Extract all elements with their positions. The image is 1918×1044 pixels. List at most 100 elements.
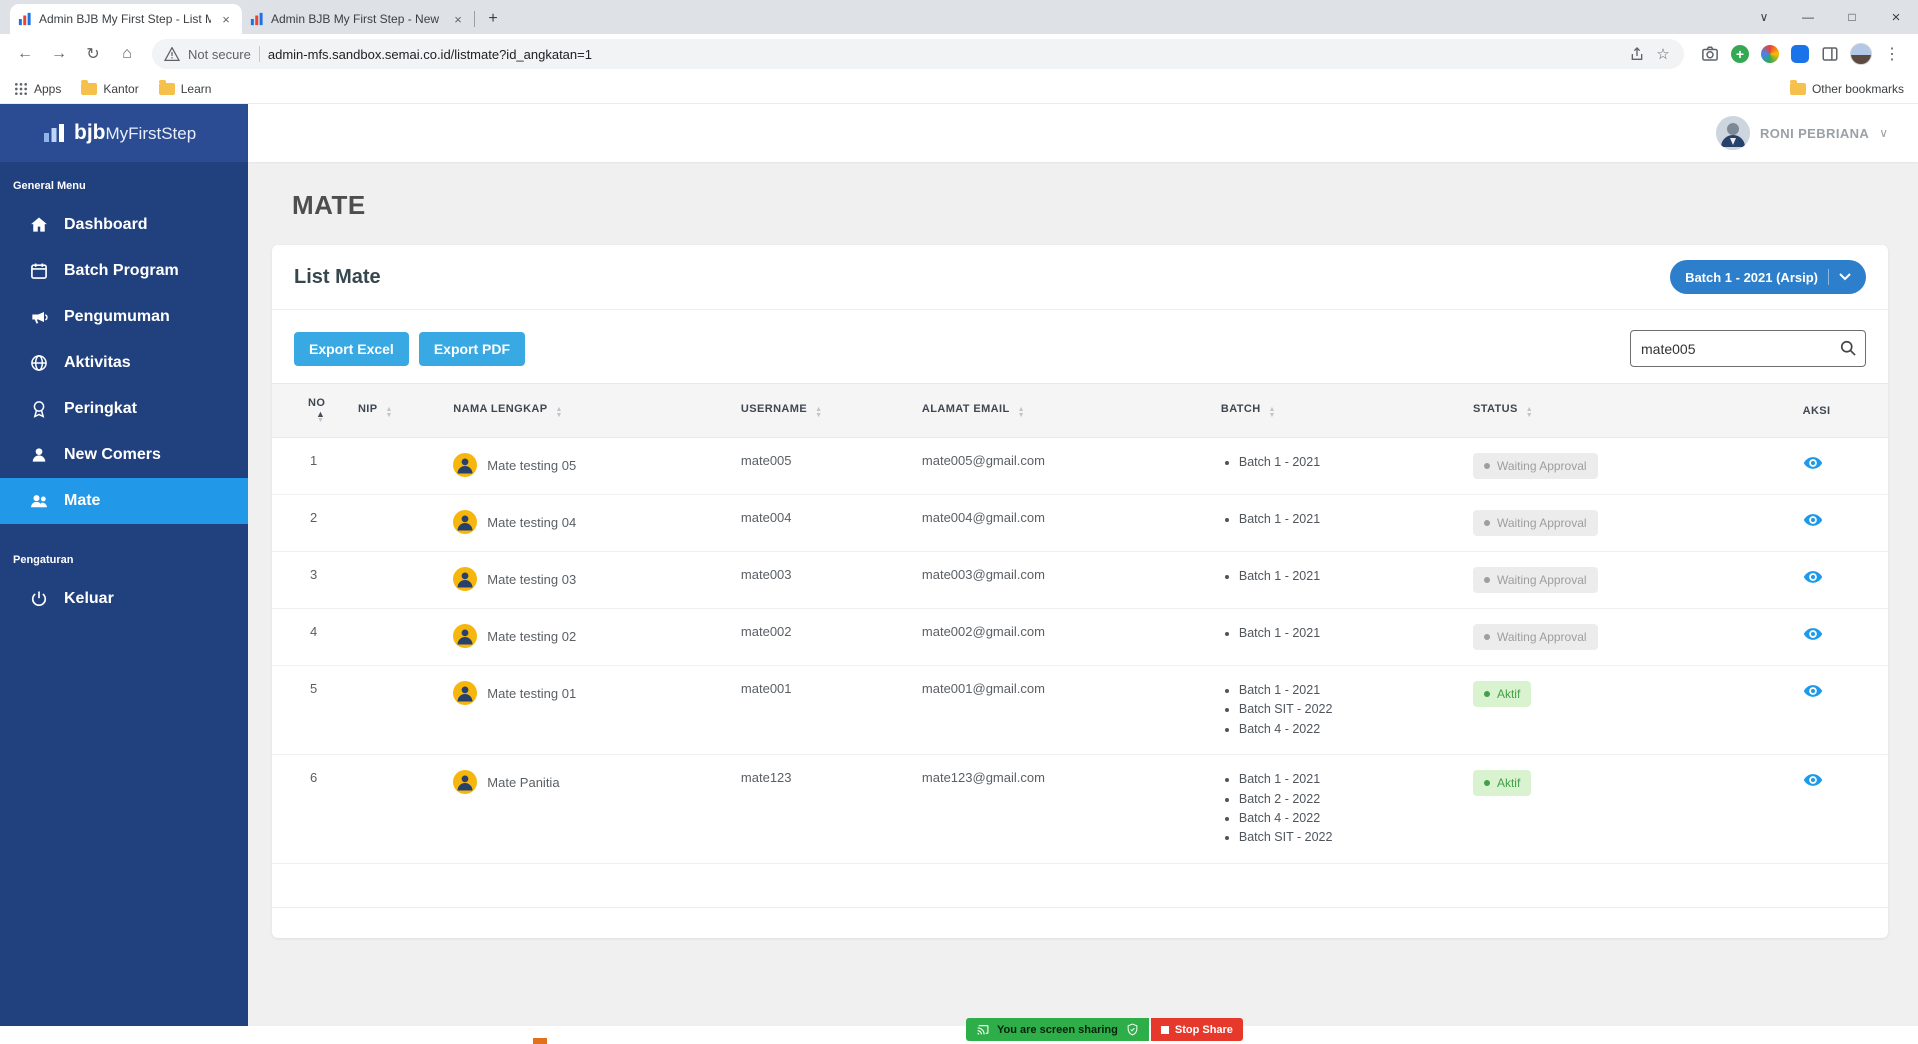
back-button[interactable]: ← bbox=[10, 39, 40, 69]
table-header-row: NO ▲ ▼ NIP ▲ ▼ NAMA LENGKAP ▲ ▼ USERNAME ▲ ▼ ALA… bbox=[272, 383, 1888, 438]
sidebar-item-batch-program[interactable]: Batch Program bbox=[0, 248, 248, 294]
table-row[interactable]: 2 Mate testing 04 mate004 mate004@gmail.… bbox=[272, 494, 1888, 552]
page-content: MATE List Mate Batch 1 - 2021 (Arsip) Ex… bbox=[248, 162, 1918, 1026]
person-icon bbox=[32, 448, 46, 462]
sidebar-item-peringkat[interactable]: Peringkat bbox=[0, 386, 248, 432]
app-header: RONI PEBRIANA ∨ bbox=[248, 104, 1918, 162]
logo-text-rest: MyFirstStep bbox=[105, 124, 197, 143]
stop-share-button[interactable]: Stop Share bbox=[1150, 1018, 1243, 1041]
sidebar-item-pengumuman[interactable]: Pengumuman bbox=[0, 294, 248, 340]
bookmark-learn[interactable]: Learn bbox=[158, 79, 211, 96]
table-row[interactable]: 4 Mate testing 02 mate002 mate002@gmail.… bbox=[272, 608, 1888, 666]
home-button[interactable]: ⌂ bbox=[112, 39, 142, 69]
table-row[interactable]: 1 Mate testing 05 mate005 mate005@gmail.… bbox=[272, 437, 1888, 495]
browser-tab-active[interactable]: Admin BJB My First Step - List M... × bbox=[10, 4, 242, 34]
new-tab-button[interactable]: + bbox=[480, 6, 506, 32]
cell-username: mate123 bbox=[730, 754, 912, 864]
cell-nip bbox=[347, 608, 444, 666]
cell-nama-lengkap: Mate testing 05 bbox=[443, 437, 731, 495]
browser-tab-inactive[interactable]: Admin BJB My First Step - New C... × bbox=[242, 4, 475, 34]
share-icon[interactable] bbox=[1628, 45, 1646, 63]
security-label[interactable]: Not secure bbox=[188, 47, 251, 62]
export-excel-button[interactable]: Export Excel bbox=[294, 331, 409, 366]
power-icon bbox=[31, 591, 47, 606]
status-dot-icon bbox=[1483, 780, 1490, 787]
view-detail-eye-button[interactable] bbox=[1803, 770, 1823, 790]
site-favicon-icon bbox=[250, 12, 263, 26]
table-row[interactable]: 5 Mate testing 01 mate001 mate001@gmail.… bbox=[272, 665, 1888, 756]
view-detail-eye-button[interactable] bbox=[1803, 510, 1823, 530]
cell-batch: Batch 1 - 2021 bbox=[1210, 437, 1463, 495]
column-header-alamat-email[interactable]: ALAMAT EMAIL ▲ ▼ bbox=[911, 383, 1211, 438]
chevron-down-icon[interactable]: ∨ bbox=[1879, 126, 1888, 140]
window-maximize-button[interactable]: □ bbox=[1830, 0, 1874, 34]
user-name[interactable]: RONI PEBRIANA bbox=[1760, 126, 1869, 141]
other-bookmarks[interactable]: Other bookmarks bbox=[1789, 79, 1904, 96]
cell-nama-lengkap: Mate testing 01 bbox=[443, 665, 731, 756]
url-text[interactable]: admin-mfs.sandbox.semai.co.id/listmate?i… bbox=[268, 47, 1620, 62]
sidebar-item-new-comers[interactable]: New Comers bbox=[0, 432, 248, 478]
search-input[interactable] bbox=[1630, 330, 1866, 367]
folder-icon bbox=[81, 79, 98, 95]
cell-nama-lengkap: Mate testing 02 bbox=[443, 608, 731, 666]
bookmark-star-icon[interactable]: ☆ bbox=[1654, 45, 1672, 63]
cell-alamat-email: mate001@gmail.com bbox=[911, 665, 1211, 756]
column-header-status[interactable]: STATUS ▲ ▼ bbox=[1462, 383, 1793, 438]
column-header-batch[interactable]: BATCH ▲ ▼ bbox=[1210, 383, 1463, 438]
sidebar-item-keluar[interactable]: Keluar bbox=[0, 576, 248, 622]
bookmark-kantor[interactable]: Kantor bbox=[81, 79, 139, 96]
view-detail-eye-button[interactable] bbox=[1803, 453, 1823, 473]
sidebar-item-mate[interactable]: Mate bbox=[0, 478, 248, 524]
table-row[interactable]: 3 Mate testing 03 mate003 mate003@gmail.… bbox=[272, 551, 1888, 609]
batch-filter-dropdown[interactable]: Batch 1 - 2021 (Arsip) bbox=[1670, 260, 1866, 294]
tab-close-icon[interactable]: × bbox=[218, 12, 234, 27]
screenshot-camera-icon[interactable] bbox=[1700, 44, 1720, 64]
column-header-aksi: AKSI bbox=[1792, 383, 1888, 438]
colorful-extension-icon[interactable] bbox=[1760, 44, 1780, 64]
batch-filter-label: Batch 1 - 2021 (Arsip) bbox=[1685, 269, 1818, 285]
cell-nama-lengkap: Mate testing 03 bbox=[443, 551, 731, 609]
cell-batch: Batch 1 - 2021Batch SIT - 2022Batch 4 - … bbox=[1210, 665, 1463, 756]
browser-menu-icon[interactable]: ⋮ bbox=[1882, 44, 1902, 64]
view-detail-eye-button[interactable] bbox=[1803, 624, 1823, 644]
tab-search-icon[interactable]: ∨ bbox=[1742, 0, 1786, 34]
cell-batch: Batch 1 - 2021Batch 2 - 2022Batch 4 - 20… bbox=[1210, 754, 1463, 864]
search-icon[interactable] bbox=[1838, 338, 1858, 358]
column-header-nip[interactable]: NIP ▲ ▼ bbox=[347, 383, 444, 438]
cell-aksi bbox=[1792, 437, 1888, 495]
cell-aksi bbox=[1792, 494, 1888, 552]
cell-nama-lengkap: Mate Panitia bbox=[443, 754, 731, 864]
forward-button[interactable]: → bbox=[44, 39, 74, 69]
people-icon bbox=[31, 495, 47, 508]
column-header-no[interactable]: NO ▲ ▼ bbox=[272, 383, 348, 438]
browser-profile-avatar[interactable] bbox=[1850, 43, 1872, 65]
share-message-text: You are screen sharing bbox=[997, 1023, 1118, 1036]
cell-nip bbox=[347, 437, 444, 495]
sidebar-item-label: Batch Program bbox=[64, 262, 179, 279]
window-close-button[interactable]: × bbox=[1874, 0, 1918, 34]
column-header-nama-lengkap[interactable]: NAMA LENGKAP ▲ ▼ bbox=[443, 383, 731, 438]
add-extension-icon[interactable]: + bbox=[1730, 44, 1750, 64]
mate-avatar-icon bbox=[453, 567, 478, 591]
sidebar-item-aktivitas[interactable]: Aktivitas bbox=[0, 340, 248, 386]
column-header-username[interactable]: USERNAME ▲ ▼ bbox=[730, 383, 912, 438]
batch-list: Batch 1 - 2021 bbox=[1221, 624, 1453, 643]
status-badge: Waiting Approval bbox=[1472, 624, 1598, 650]
reload-button[interactable]: ↻ bbox=[78, 39, 108, 69]
bookmark-apps[interactable]: Apps bbox=[14, 82, 61, 96]
cell-nip bbox=[347, 551, 444, 609]
export-pdf-button[interactable]: Export PDF bbox=[418, 331, 526, 366]
user-avatar[interactable] bbox=[1715, 116, 1750, 150]
address-bar[interactable]: Not secure admin-mfs.sandbox.semai.co.id… bbox=[152, 39, 1684, 69]
app-logo[interactable]: bjbMyFirstStep bbox=[0, 104, 248, 162]
cell-username: mate002 bbox=[730, 608, 912, 666]
tab-close-icon[interactable]: × bbox=[450, 12, 466, 27]
view-detail-eye-button[interactable] bbox=[1803, 681, 1823, 701]
window-minimize-button[interactable]: — bbox=[1786, 0, 1830, 34]
logo-bars-icon bbox=[44, 124, 64, 142]
side-panel-icon[interactable] bbox=[1820, 44, 1840, 64]
view-detail-eye-button[interactable] bbox=[1803, 567, 1823, 587]
sidebar-item-dashboard[interactable]: Dashboard bbox=[0, 202, 248, 248]
table-row[interactable]: 6 Mate Panitia mate123 mate123@gmail.com… bbox=[272, 754, 1888, 864]
blue-extension-icon[interactable] bbox=[1790, 44, 1810, 64]
